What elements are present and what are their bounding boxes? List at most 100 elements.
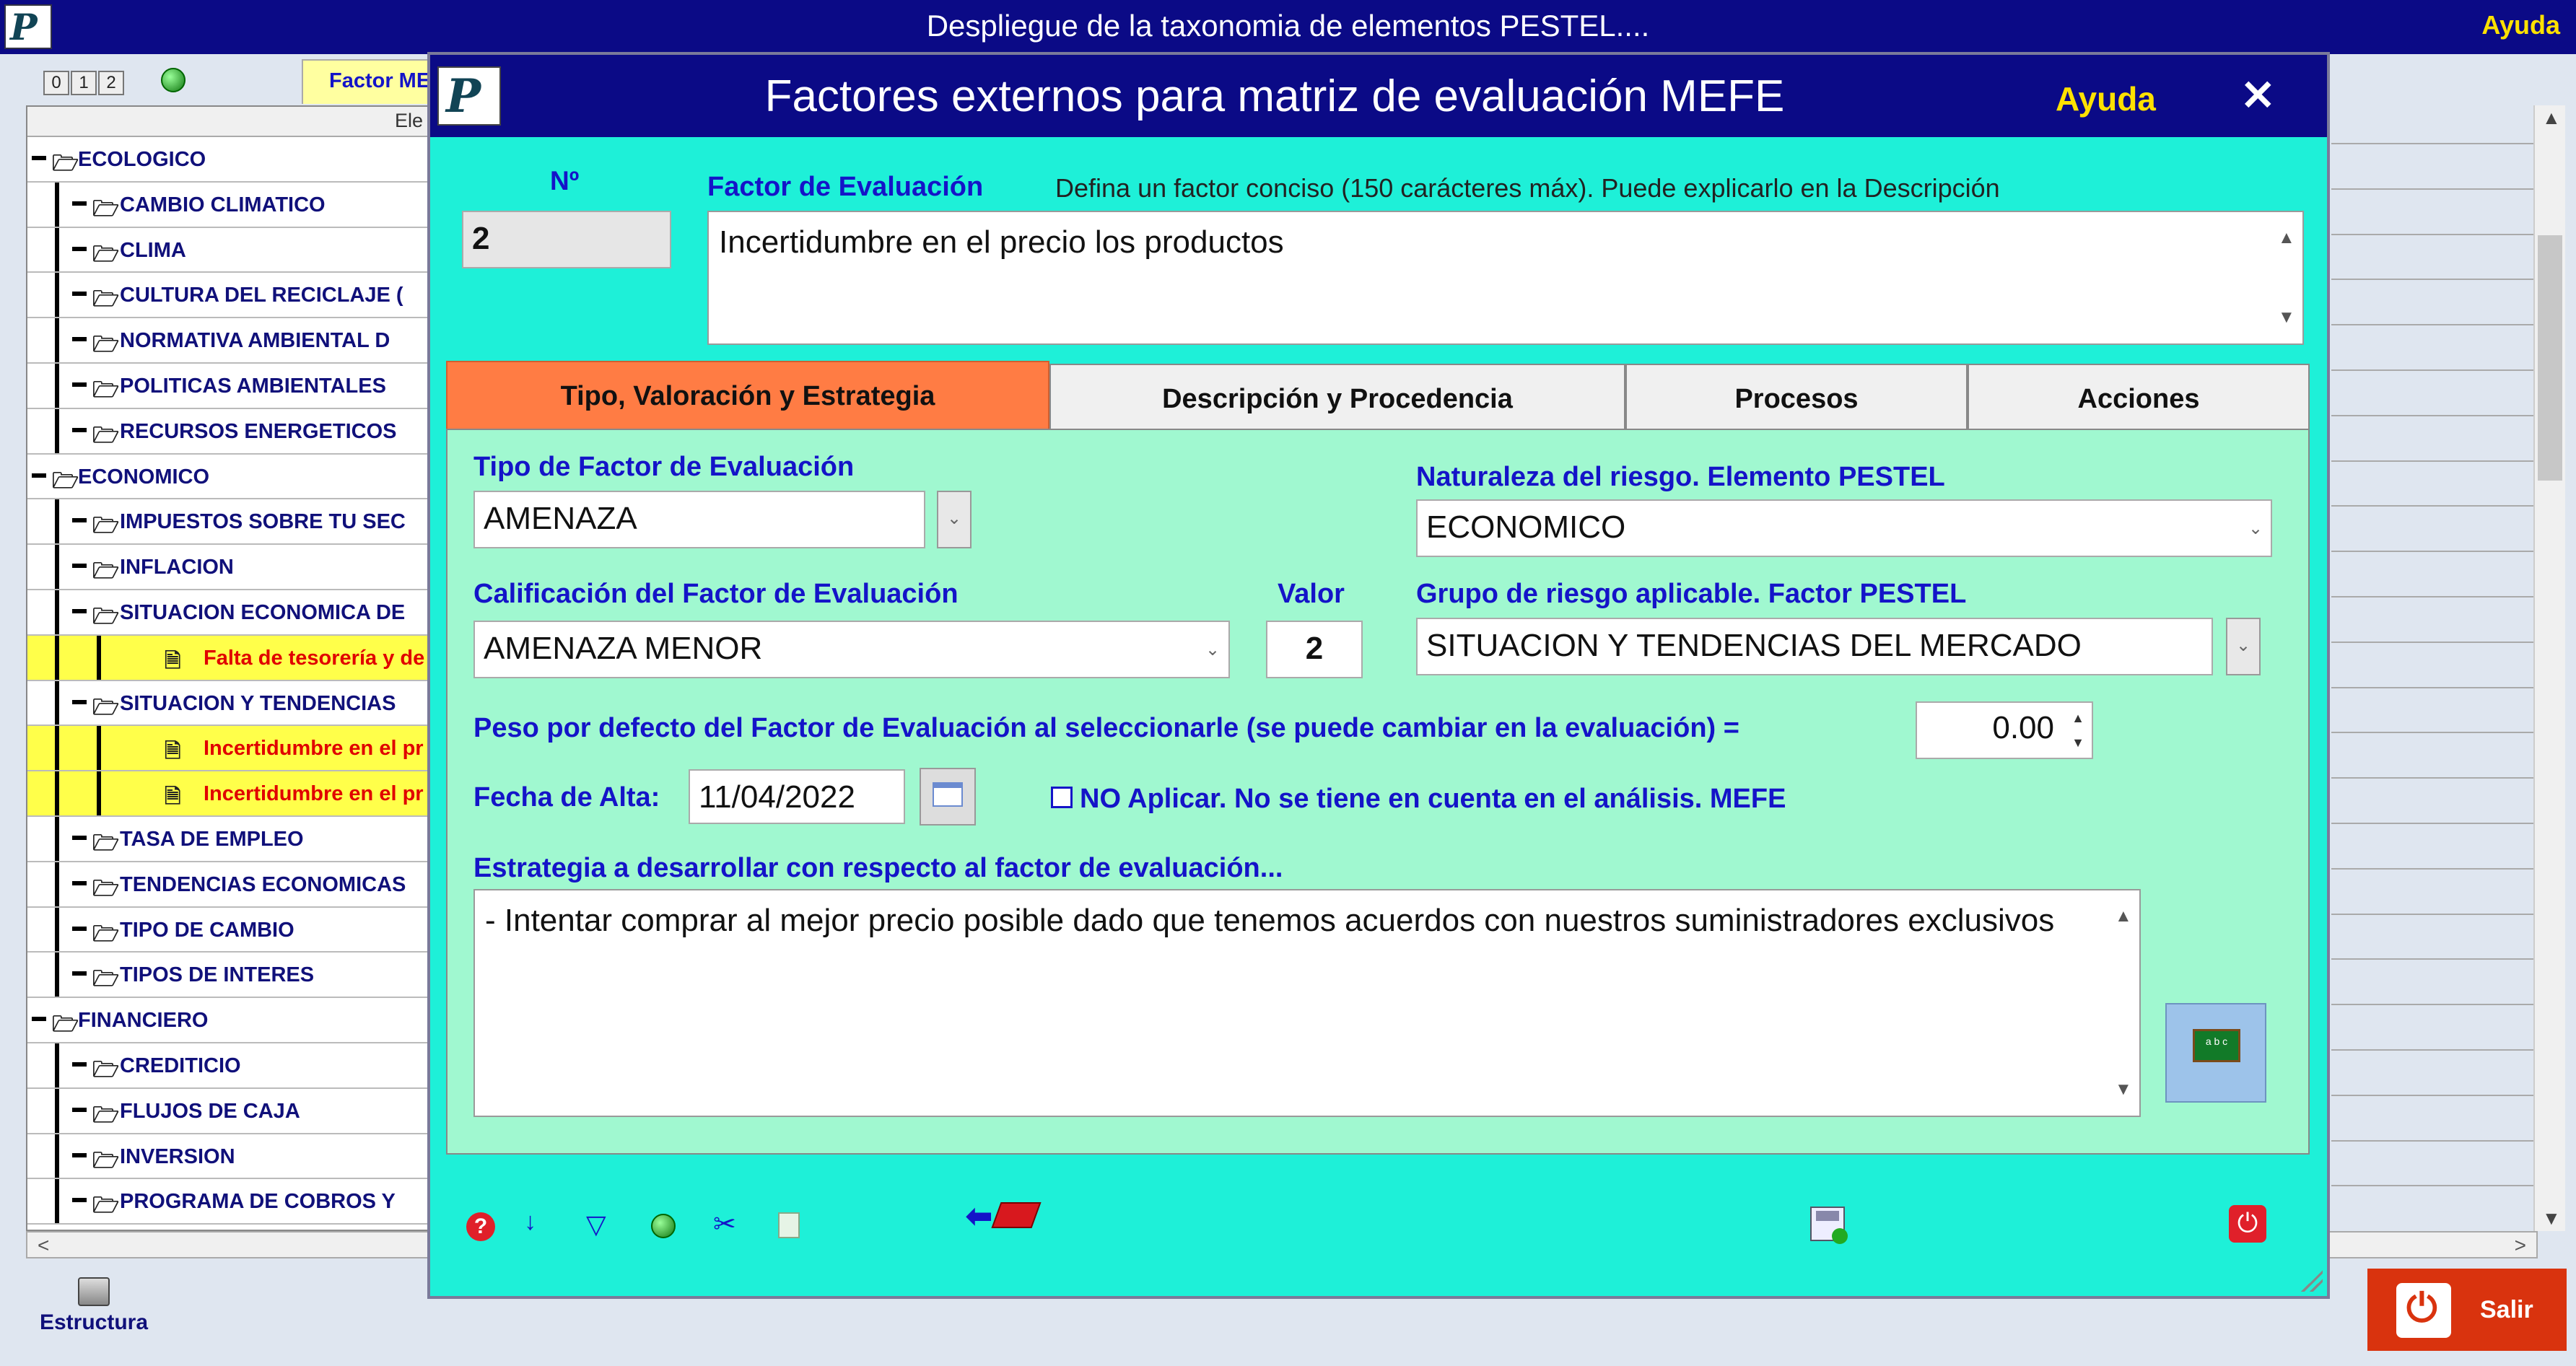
tree-row[interactable]: 🗁 POLITICAS AMBIENTALES	[27, 363, 429, 409]
tree-row[interactable]: 🗁 PROGRAMA DE COBROS Y	[27, 1179, 429, 1225]
save-icon[interactable]	[1810, 1207, 1848, 1244]
stepper-arrows-icon[interactable]: ▲ ▼	[2067, 706, 2089, 755]
grid-line	[2331, 823, 2533, 824]
level-button-0[interactable]: 0	[43, 71, 69, 95]
naturaleza-select[interactable]: ECONOMICO	[1416, 499, 2272, 557]
tree-row[interactable]: 🗁 TIPO DE CAMBIO	[27, 907, 429, 953]
salir-button[interactable]: ⏻ Salir	[2367, 1269, 2567, 1351]
scroll-left-icon[interactable]: <	[38, 1234, 49, 1257]
factor-scroll[interactable]: ▲ ▼	[2278, 216, 2297, 339]
tree-row[interactable]: 🗁 ECOLOGICO	[27, 137, 429, 183]
tree-row[interactable]: 🗁 SITUACION Y TENDENCIAS	[27, 680, 429, 727]
scroll-up-icon[interactable]: ▲	[2542, 107, 2561, 129]
scroll-right-icon[interactable]: >	[2515, 1234, 2526, 1257]
scroll-thumb[interactable]	[2538, 235, 2562, 481]
collapse-icon[interactable]	[32, 473, 46, 478]
spellcheck-button[interactable]: a b c	[2165, 1003, 2266, 1103]
tab-descripcion[interactable]: Descripción y Procedencia	[1049, 364, 1625, 430]
tree-line	[55, 1179, 59, 1224]
collapse-icon[interactable]	[32, 156, 46, 160]
chevron-down-icon[interactable]: ⌄	[937, 491, 972, 548]
resize-grip-icon[interactable]	[2301, 1270, 2323, 1292]
collapse-icon[interactable]	[72, 292, 87, 297]
tree-row[interactable]: 🗁 NORMATIVA AMBIENTAL D	[27, 318, 429, 364]
calificacion-select[interactable]: AMENAZA MENOR	[473, 621, 1230, 678]
tree-row[interactable]: 🗁 FINANCIERO	[27, 998, 429, 1043]
power-icon[interactable]: ⏻	[2229, 1205, 2266, 1243]
chevron-down-icon[interactable]: ⌄	[2242, 502, 2269, 554]
export-icon[interactable]	[778, 1212, 800, 1238]
scroll-down-icon[interactable]: ▼	[2542, 1207, 2561, 1230]
tree-row[interactable]: 🗁 CULTURA DEL RECICLAJE (	[27, 273, 429, 319]
collapse-icon[interactable]	[72, 201, 87, 206]
level-button-2[interactable]: 2	[98, 71, 124, 95]
collapse-icon[interactable]	[72, 246, 87, 251]
tree-row[interactable]: 🗎 Incertidumbre en el pr	[27, 771, 429, 817]
main-help-link[interactable]: Ayuda	[2481, 10, 2560, 40]
tree-row[interactable]: 🗁 ECONOMICO	[27, 455, 429, 500]
tree-row[interactable]: 🗁 TASA DE EMPLEO	[27, 816, 429, 862]
tipo-select[interactable]: AMENAZA	[473, 491, 925, 548]
naturaleza-label: Naturaleza del riesgo. Elemento PESTEL	[1416, 462, 1945, 492]
tree-row[interactable]: 🗁 CAMBIO CLIMATICO	[27, 182, 429, 228]
vertical-scrollbar[interactable]: ▲ ▼	[2533, 105, 2565, 1231]
collapse-icon[interactable]	[72, 1198, 87, 1203]
collapse-icon[interactable]	[72, 1152, 87, 1157]
tab-tipo-valoracion[interactable]: Tipo, Valoración y Estrategia	[446, 361, 1049, 430]
no-aplicar-checkbox[interactable]	[1051, 787, 1073, 808]
tree-row[interactable]: 🗁 INFLACION	[27, 545, 429, 590]
collapse-icon[interactable]	[72, 382, 87, 387]
tree-row[interactable]: 🗁 TIPOS DE INTERES	[27, 953, 429, 999]
tree-row[interactable]: 🗁 INVERSION	[27, 1134, 429, 1180]
scissors-icon[interactable]: ✂	[713, 1208, 736, 1240]
estrategia-input[interactable]: - Intentar comprar al mejor precio posib…	[473, 889, 2141, 1117]
calendar-button[interactable]	[920, 768, 976, 826]
tab-acciones[interactable]: Acciones	[1968, 364, 2310, 430]
tree-row[interactable]: 🗎 Incertidumbre en el pr	[27, 726, 429, 772]
collapse-icon[interactable]	[72, 518, 87, 523]
tree-row[interactable]: 🗁 CLIMA	[27, 227, 429, 273]
filter-icon[interactable]: ▽	[586, 1209, 606, 1240]
tree-row[interactable]: 🗎 Falta de tesorería y de	[27, 635, 429, 681]
tree-item-label: Falta de tesorería y de	[204, 646, 425, 670]
collapse-icon[interactable]	[72, 608, 87, 613]
collapse-icon[interactable]	[32, 1017, 46, 1022]
estrategia-scroll[interactable]: ▲ ▼	[2115, 895, 2134, 1111]
collapse-icon[interactable]	[72, 835, 87, 840]
tree-row[interactable]: 🗁 IMPUESTOS SOBRE TU SEC	[27, 499, 429, 546]
sort-icon[interactable]: ↓	[524, 1208, 536, 1236]
collapse-icon[interactable]	[72, 699, 87, 704]
grid-line	[2331, 369, 2533, 371]
collapse-icon[interactable]	[72, 926, 87, 931]
tree-row[interactable]: 🗁 CREDITICIO	[27, 1043, 429, 1089]
collapse-icon[interactable]	[72, 427, 87, 432]
peso-stepper[interactable]: 0.00 ▲ ▼	[1916, 701, 2093, 759]
chevron-down-icon[interactable]: ⌄	[2226, 618, 2261, 675]
valor-field[interactable]: 2	[1266, 621, 1363, 678]
factor-input[interactable]: Incertidumbre en el precio los productos…	[707, 211, 2304, 345]
tree-line	[55, 499, 59, 544]
tree-row[interactable]: 🗁 RECURSOS ENERGETICOS	[27, 408, 429, 455]
level-button-1[interactable]: 1	[71, 71, 97, 95]
close-icon[interactable]: ✕	[2240, 71, 2276, 120]
globe-icon[interactable]	[161, 68, 185, 92]
tree-row[interactable]: 🗁 SITUACION ECONOMICA DE	[27, 590, 429, 636]
tree-row[interactable]: 🗁 FLUJOS DE CAJA	[27, 1088, 429, 1134]
taxonomy-tree[interactable]: Ele 🗁 ECOLOGICO 🗁 CAMBIO CLIMATICO 🗁 CLIMA 🗁 CU…	[26, 105, 430, 1231]
collapse-icon[interactable]	[72, 971, 87, 976]
collapse-icon[interactable]	[72, 880, 87, 885]
help-icon[interactable]: ?	[466, 1212, 495, 1241]
fecha-field[interactable]: 11/04/2022	[689, 769, 905, 824]
estructura-button[interactable]: Estructura	[29, 1277, 159, 1335]
collapse-icon[interactable]	[72, 564, 87, 569]
back-book-icon[interactable]: ⬅	[966, 1195, 1045, 1238]
collapse-icon[interactable]	[72, 1061, 87, 1067]
collapse-icon[interactable]	[72, 337, 87, 342]
chevron-down-icon[interactable]: ⌄	[1198, 623, 1227, 675]
grupo-select[interactable]: SITUACION Y TENDENCIAS DEL MERCADO	[1416, 618, 2213, 675]
tree-row[interactable]: 🗁 TENDENCIAS ECONOMICAS	[27, 862, 429, 908]
dialog-help-link[interactable]: Ayuda	[2056, 79, 2156, 118]
globe-icon[interactable]	[651, 1214, 676, 1238]
collapse-icon[interactable]	[72, 1107, 87, 1112]
tab-procesos[interactable]: Procesos	[1625, 364, 1968, 430]
